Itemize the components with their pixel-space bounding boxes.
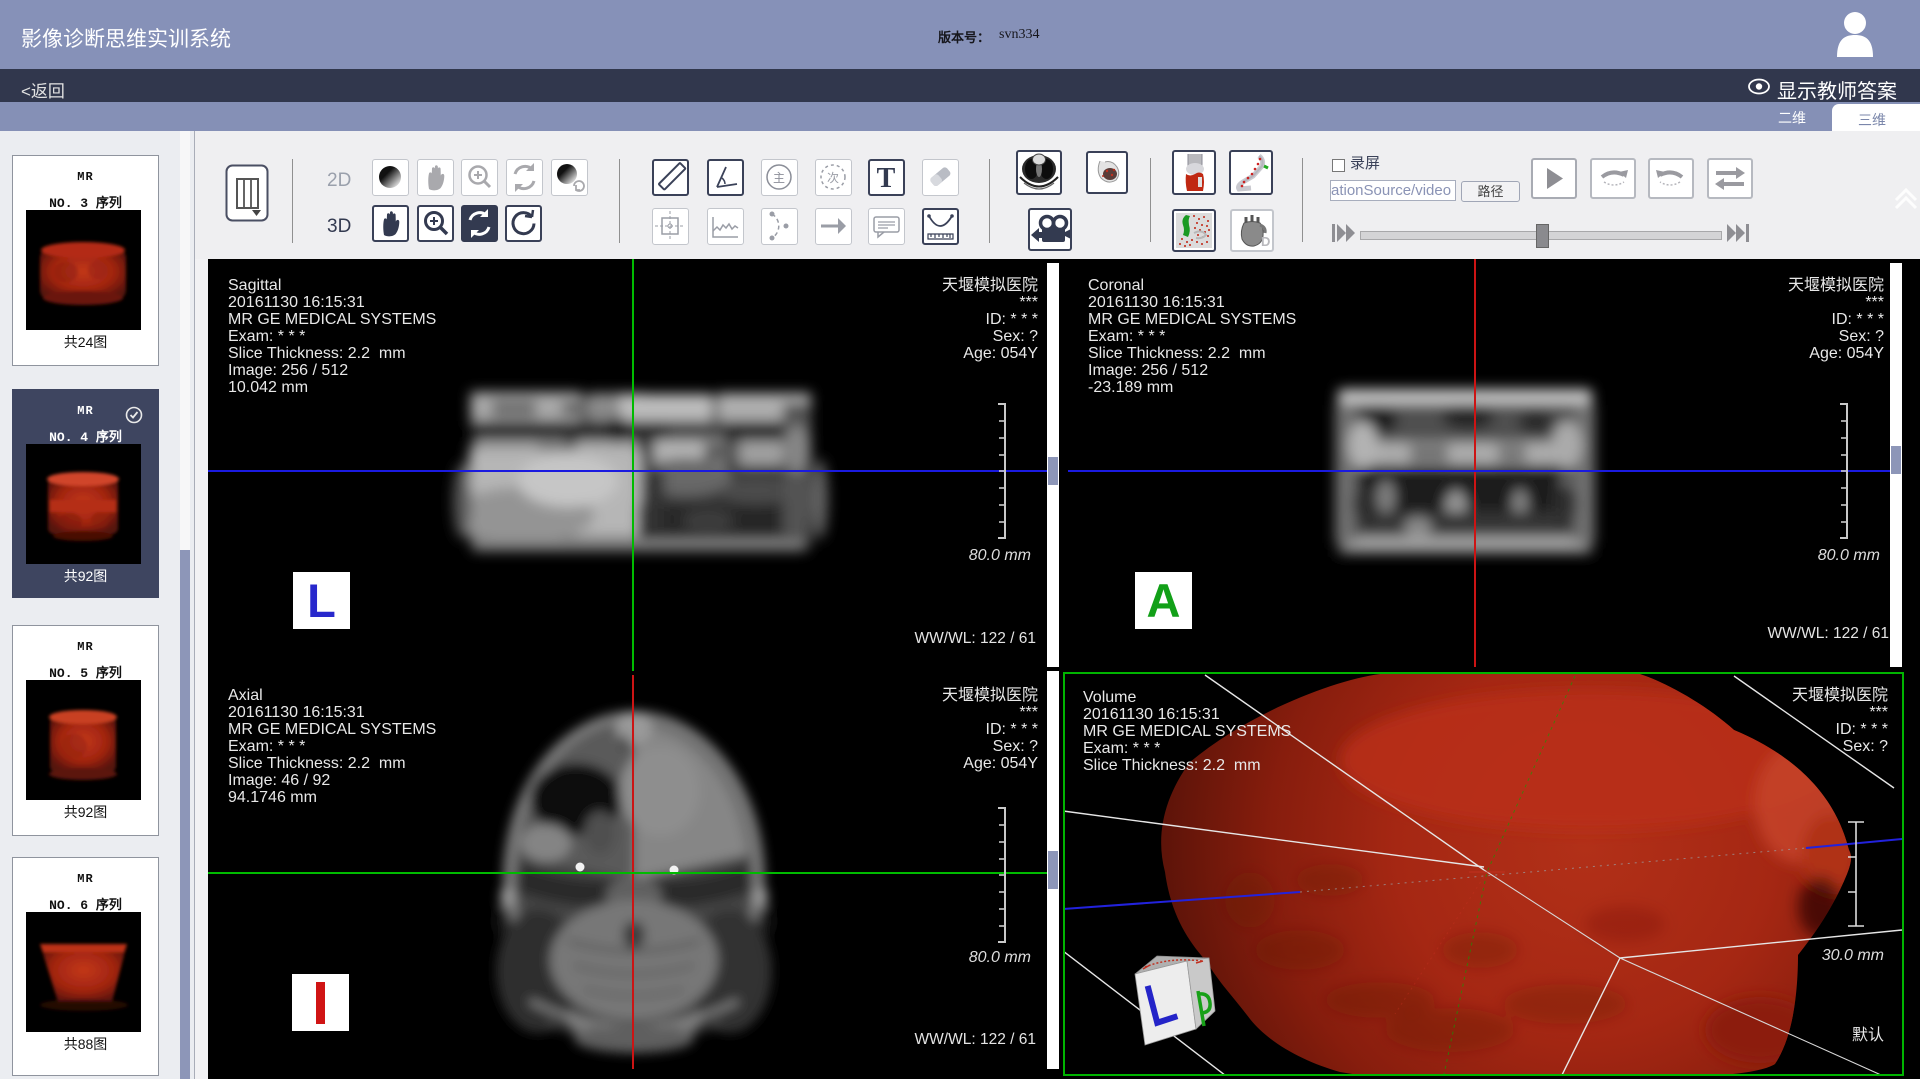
svg-text:主: 主	[773, 171, 785, 185]
svg-text:次: 次	[827, 171, 839, 185]
svg-text:T: T	[877, 163, 896, 194]
svg-text:D: D	[1261, 234, 1270, 249]
